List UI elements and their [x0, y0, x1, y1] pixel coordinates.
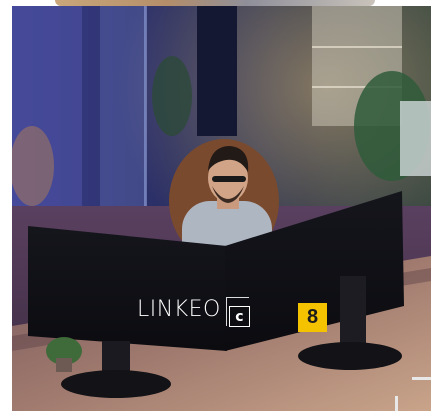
corner-rule-horizontal — [412, 377, 431, 380]
corner-rule-vertical — [395, 396, 398, 411]
shelf-line — [312, 46, 402, 48]
office-photo — [12, 6, 431, 411]
right-monitor-stand — [340, 276, 366, 346]
photo-illustration — [12, 6, 431, 411]
desk-plant-pot — [56, 358, 72, 372]
side-monitor — [400, 101, 431, 176]
left-monitor-base — [61, 370, 171, 398]
logo-mark-letter: c — [228, 306, 250, 327]
doorway — [197, 6, 237, 136]
left-monitor — [28, 226, 227, 351]
glasses — [212, 176, 246, 182]
logo-wordmark: LINKEO — [137, 297, 221, 322]
office-chair — [12, 126, 54, 206]
linkeo-logo: LINKEO c — [137, 297, 252, 329]
right-monitor-base — [298, 342, 402, 370]
page: LINKEO c 8 — [0, 0, 431, 411]
plant-mid — [152, 56, 192, 136]
logo-mark: c — [225, 297, 252, 329]
page-number-badge: 8 — [298, 303, 327, 332]
